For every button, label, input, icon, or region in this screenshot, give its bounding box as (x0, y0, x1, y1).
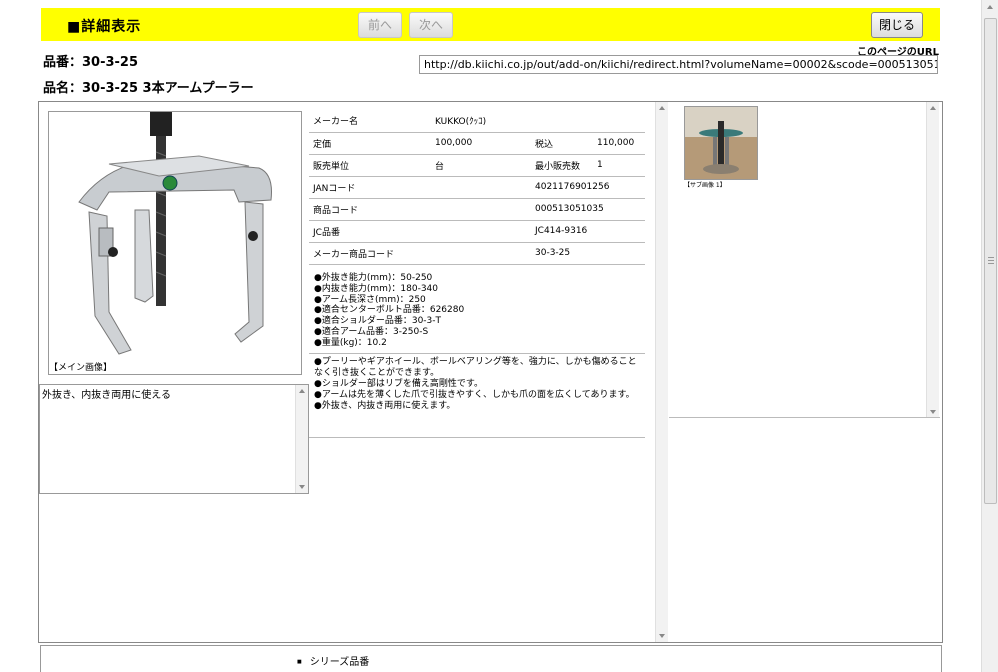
spec-value: 30-3-25 (531, 242, 645, 265)
part-number: 品番：30-3-25 (43, 55, 139, 70)
list-item: ●適合センターボルト品番：626280 (314, 305, 465, 316)
sub-image-caption: 【サブ画像 1】 (684, 182, 726, 189)
sub-image-picture (685, 107, 757, 179)
scroll-down-icon (299, 485, 305, 489)
table-row: 商品コード 000513051035 (309, 198, 645, 221)
list-item: ●外抜き能力(mm)：50-250 (314, 273, 433, 283)
page-title: ■詳細表示 (67, 19, 142, 35)
puller-illustration (78, 112, 272, 355)
series-item[interactable]: シリーズ品番 (297, 653, 370, 668)
divider (669, 417, 940, 418)
feature-list: ●外抜き能力(mm)：50-250 ●内抜き能力(mm)：180-340 ●アー… (314, 273, 464, 349)
scroll-down-icon (659, 634, 665, 638)
sub-image-scrollbar[interactable] (926, 102, 939, 418)
divider (309, 437, 645, 438)
spec-value: KUKKO(ｸｯｺ) (431, 110, 645, 133)
header-bar: ■詳細表示 前へ 次へ 閉じる (41, 8, 940, 41)
spec-scrollbar[interactable] (655, 102, 668, 642)
spec-label: 税込 (531, 132, 593, 155)
scroll-down-icon (930, 410, 936, 414)
list-item: ●適合アーム品番：3-250-S (314, 326, 429, 337)
table-row: 販売単位 台 最小販売数 1 (309, 154, 645, 177)
table-row: JANコード 4021176901256 (309, 176, 645, 199)
main-image[interactable]: 【メイン画像】 (48, 111, 302, 375)
spec-label: 最小販売数 (531, 154, 593, 177)
list-item: ●プーリーやギアホイール、ボールベアリング等を、強力に、しかも傷めることなく引き… (314, 357, 637, 378)
list-item: ●適合ショルダー品番：30-3-T (314, 316, 442, 327)
list-item: ●外抜き、内抜き両用に使えます。 (314, 401, 456, 411)
description-textarea[interactable]: 外抜き、内抜き両用に使える (39, 384, 309, 494)
scrollbar-thumb[interactable] (984, 18, 997, 504)
spec-label: 販売単位 (309, 154, 431, 177)
list-item: ●アームは先を薄くした爪で引抜きやすく、しかも爪の面を広くしてあります。 (314, 390, 635, 400)
table-row: メーカー商品コード 30-3-25 (309, 242, 645, 265)
close-button[interactable]: 閉じる (871, 12, 923, 38)
spec-label: メーカー名 (309, 110, 431, 133)
list-item: ●アーム長深さ(mm)：250 (314, 294, 426, 305)
product-name: 品名：30-3-25 3本アームプーラー (43, 81, 254, 96)
spec-value: 110,000 (593, 132, 645, 155)
prev-button[interactable]: 前へ (358, 12, 402, 38)
spec-value: 台 (431, 154, 531, 177)
description-text: 外抜き、内抜き両用に使える (42, 390, 171, 401)
spec-value: 1 (593, 154, 645, 177)
series-frame (40, 645, 942, 672)
list-item: ●重量(kg)：10.2 (314, 337, 387, 348)
scroll-up-icon (299, 389, 305, 393)
page-url-field[interactable]: http://db.kiichi.co.jp/out/add-on/kiichi… (419, 55, 938, 74)
table-row: メーカー名 KUKKO(ｸｯｺ) (309, 110, 645, 133)
spec-value: 4021176901256 (531, 176, 645, 199)
spec-value: 000513051035 (531, 198, 645, 221)
spec-label: 商品コード (309, 198, 531, 221)
description-scrollbar[interactable] (295, 385, 308, 493)
spec-label: JC品番 (309, 220, 531, 243)
table-row: JC品番 JC414-9316 (309, 220, 645, 243)
sub-image-thumbnail[interactable] (684, 106, 758, 180)
window-scrollbar[interactable] (981, 0, 998, 672)
spec-label: メーカー商品コード (309, 242, 531, 265)
scroll-up-icon (930, 106, 936, 110)
spec-value: 100,000 (431, 132, 531, 155)
main-image-caption: 【メイン画像】 (49, 363, 113, 373)
divider (309, 353, 645, 354)
scroll-up-icon (659, 106, 665, 110)
spec-label: JANコード (309, 176, 531, 199)
table-row: 定価 100,000 税込 110,000 (309, 132, 645, 155)
spec-value: JC414-9316 (531, 220, 645, 243)
list-item: ●内抜き能力(mm)：180-340 (314, 283, 439, 294)
scroll-up-icon (987, 5, 993, 9)
spec-table: メーカー名 KUKKO(ｸｯｺ) 定価 100,000 税込 110,000 販… (309, 110, 645, 265)
spec-label: 定価 (309, 132, 431, 155)
next-button[interactable]: 次へ (409, 12, 453, 38)
list-item: ●ショルダー部はリブを備え高剛性です。 (314, 379, 483, 389)
notes-list: ●プーリーやギアホイール、ボールベアリング等を、強力に、しかも傷めることなく引き… (314, 357, 644, 412)
